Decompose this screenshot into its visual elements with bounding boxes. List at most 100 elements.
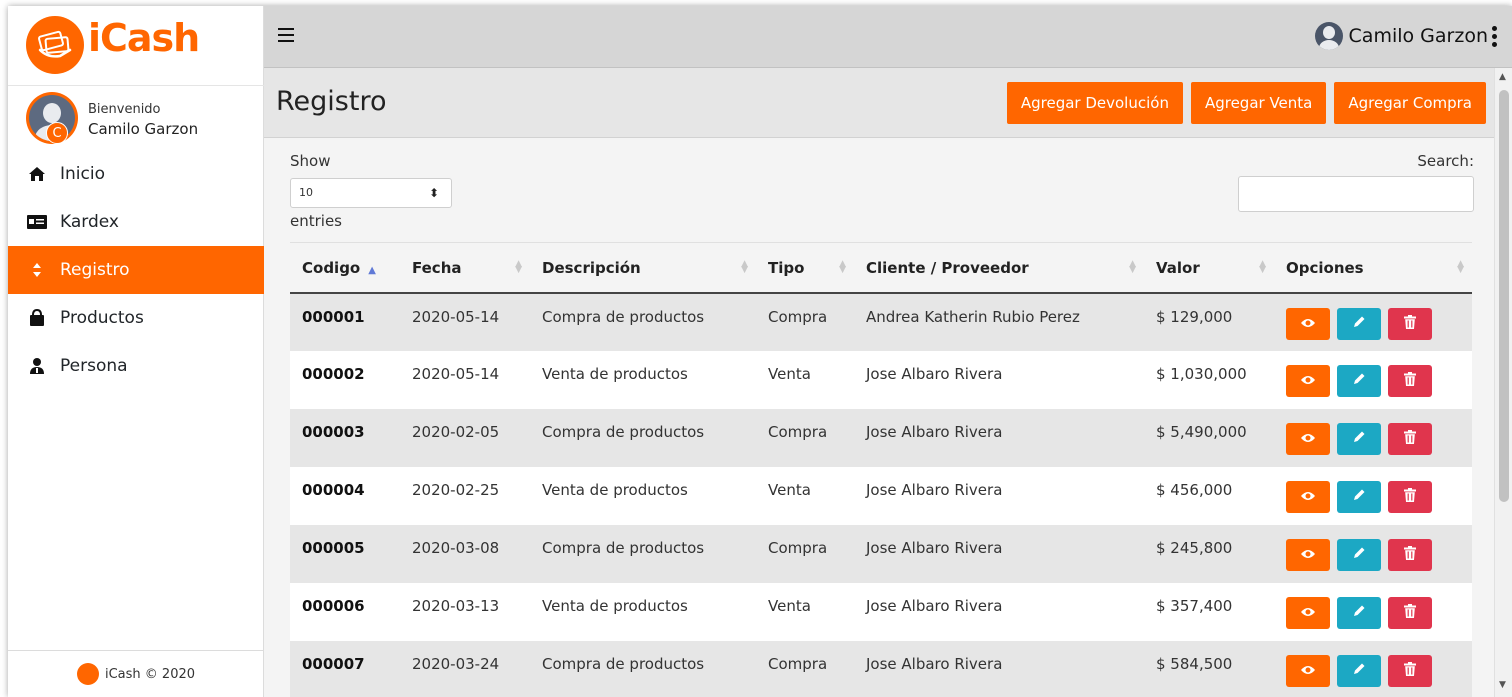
pencil-icon [1352, 488, 1366, 506]
cell-cliente: Jose Albaro Rivera [866, 481, 1003, 499]
cell-codigo: 000001 [302, 308, 365, 326]
col-header-valor[interactable]: Valor ▲ ▼ [1144, 243, 1274, 294]
table-row: 000002 2020-05-14 Venta de productos Venta J… [290, 351, 1472, 409]
edit-button[interactable] [1337, 423, 1381, 455]
cell-fecha: 2020-03-24 [412, 655, 500, 673]
page-size-value: 10 [299, 186, 313, 199]
brand[interactable]: iCash [8, 6, 264, 86]
view-button[interactable] [1286, 597, 1330, 629]
delete-button[interactable] [1388, 655, 1432, 687]
user-panel: C Bienvenido Camilo Garzon [8, 86, 264, 150]
sort-icon [26, 261, 48, 279]
cell-tipo: Compra [768, 539, 828, 557]
kebab-menu-icon[interactable] [1492, 25, 1498, 47]
table-row: 000006 2020-03-13 Venta de productos Venta J… [290, 583, 1472, 641]
search-input[interactable] [1238, 176, 1474, 212]
view-button[interactable] [1286, 655, 1330, 687]
brand-name: iCash [88, 16, 200, 60]
scroll-up-icon[interactable]: ▲ [1499, 72, 1506, 82]
sidebar-item-inicio[interactable]: Inicio [8, 150, 264, 198]
icash-mini-logo-icon [76, 663, 99, 685]
cell-cliente: Jose Albaro Rivera [866, 655, 1003, 673]
sidebar-nav: Inicio Kardex Registro Productos Persona [8, 150, 264, 390]
table-row: 000004 2020-02-25 Venta de productos Venta J… [290, 467, 1472, 525]
add-devolucion-button[interactable]: Agregar Devolución [1006, 82, 1183, 124]
cell-descripcion: Compra de productos [542, 423, 705, 441]
col-header-fecha[interactable]: Fecha ▲ ▼ [400, 243, 530, 294]
edit-button[interactable] [1337, 308, 1381, 340]
cell-cliente: Jose Albaro Rivera [866, 365, 1003, 383]
view-button[interactable] [1286, 423, 1330, 455]
view-button[interactable] [1286, 365, 1330, 397]
delete-button[interactable] [1388, 539, 1432, 571]
page-scrollbar[interactable]: ▲ ▼ [1494, 68, 1512, 697]
cell-cliente: Andrea Katherin Rubio Perez [866, 308, 1080, 326]
cell-fecha: 2020-05-14 [412, 308, 500, 326]
cell-tipo: Compra [768, 308, 828, 326]
trash-icon [1404, 604, 1416, 622]
trash-icon [1404, 662, 1416, 680]
delete-button[interactable] [1388, 308, 1432, 340]
sort-icon: ▲ ▼ [1259, 259, 1266, 275]
scroll-down-icon[interactable]: ▼ [1499, 680, 1506, 690]
sort-icon: ▲ ▼ [1129, 259, 1136, 275]
pencil-icon [1352, 546, 1366, 564]
row-actions [1286, 591, 1472, 629]
edit-button[interactable] [1337, 481, 1381, 513]
delete-button[interactable] [1388, 423, 1432, 455]
sort-asc-icon: ▲ [368, 264, 376, 276]
cell-valor: $ 129,000 [1156, 308, 1233, 326]
trash-icon [1404, 372, 1416, 390]
content-header: Registro Agregar Devolución Agregar Vent… [264, 68, 1494, 138]
sidebar-item-productos[interactable]: Productos [8, 294, 264, 342]
trash-icon [1404, 430, 1416, 448]
menu-toggle-icon[interactable] [278, 28, 294, 42]
cell-valor: $ 1,030,000 [1156, 365, 1247, 383]
eye-icon [1300, 430, 1316, 448]
eye-icon [1300, 604, 1316, 622]
page-size-select[interactable]: 10 ⬍ [290, 178, 452, 208]
delete-button[interactable] [1388, 481, 1432, 513]
show-label: Show [290, 152, 331, 170]
view-button[interactable] [1286, 308, 1330, 340]
sidebar-item-label: Persona [60, 356, 128, 376]
edit-button[interactable] [1337, 365, 1381, 397]
view-button[interactable] [1286, 481, 1330, 513]
table-row: 000003 2020-02-05 Compra de productos Compr… [290, 409, 1472, 467]
registro-table-wrap: Codigo ▲ Fecha ▲ ▼ Descripción ▲ ▼ Tipo ▲ ▼ Cli… [290, 242, 1472, 697]
eye-icon [1300, 315, 1316, 333]
col-header-tipo[interactable]: Tipo ▲ ▼ [756, 243, 854, 294]
row-actions [1286, 302, 1472, 340]
cell-opciones [1274, 641, 1472, 697]
edit-button[interactable] [1337, 597, 1381, 629]
cell-cliente: Jose Albaro Rivera [866, 539, 1003, 557]
row-actions [1286, 359, 1472, 397]
sidebar-item-kardex[interactable]: Kardex [8, 198, 264, 246]
edit-button[interactable] [1337, 655, 1381, 687]
sidebar-item-registro[interactable]: Registro [8, 246, 264, 294]
user-menu[interactable]: Camilo Garzon [1314, 22, 1498, 50]
icash-logo-icon [26, 16, 84, 74]
edit-button[interactable] [1337, 539, 1381, 571]
cell-valor: $ 245,800 [1156, 539, 1233, 557]
cell-opciones [1274, 583, 1472, 641]
add-venta-button[interactable]: Agregar Venta [1190, 82, 1327, 124]
col-header-cliente[interactable]: Cliente / Proveedor ▲ ▼ [854, 243, 1144, 294]
scrollbar-thumb[interactable] [1499, 90, 1509, 502]
trash-icon [1404, 488, 1416, 506]
cell-codigo: 000005 [302, 539, 365, 557]
sidebar-item-persona[interactable]: Persona [8, 342, 264, 390]
col-header-codigo[interactable]: Codigo ▲ [290, 243, 400, 294]
col-header-descripcion[interactable]: Descripción ▲ ▼ [530, 243, 756, 294]
cell-fecha: 2020-05-14 [412, 365, 500, 383]
add-compra-button[interactable]: Agregar Compra [1334, 82, 1486, 124]
row-actions [1286, 649, 1472, 687]
view-button[interactable] [1286, 539, 1330, 571]
select-arrows-icon: ⬍ [428, 186, 439, 200]
eye-icon [1300, 488, 1316, 506]
pencil-icon [1352, 662, 1366, 680]
delete-button[interactable] [1388, 597, 1432, 629]
col-header-opciones[interactable]: Opciones ▲ ▼ [1274, 243, 1472, 294]
delete-button[interactable] [1388, 365, 1432, 397]
topbar-user-name: Camilo Garzon [1348, 25, 1488, 47]
